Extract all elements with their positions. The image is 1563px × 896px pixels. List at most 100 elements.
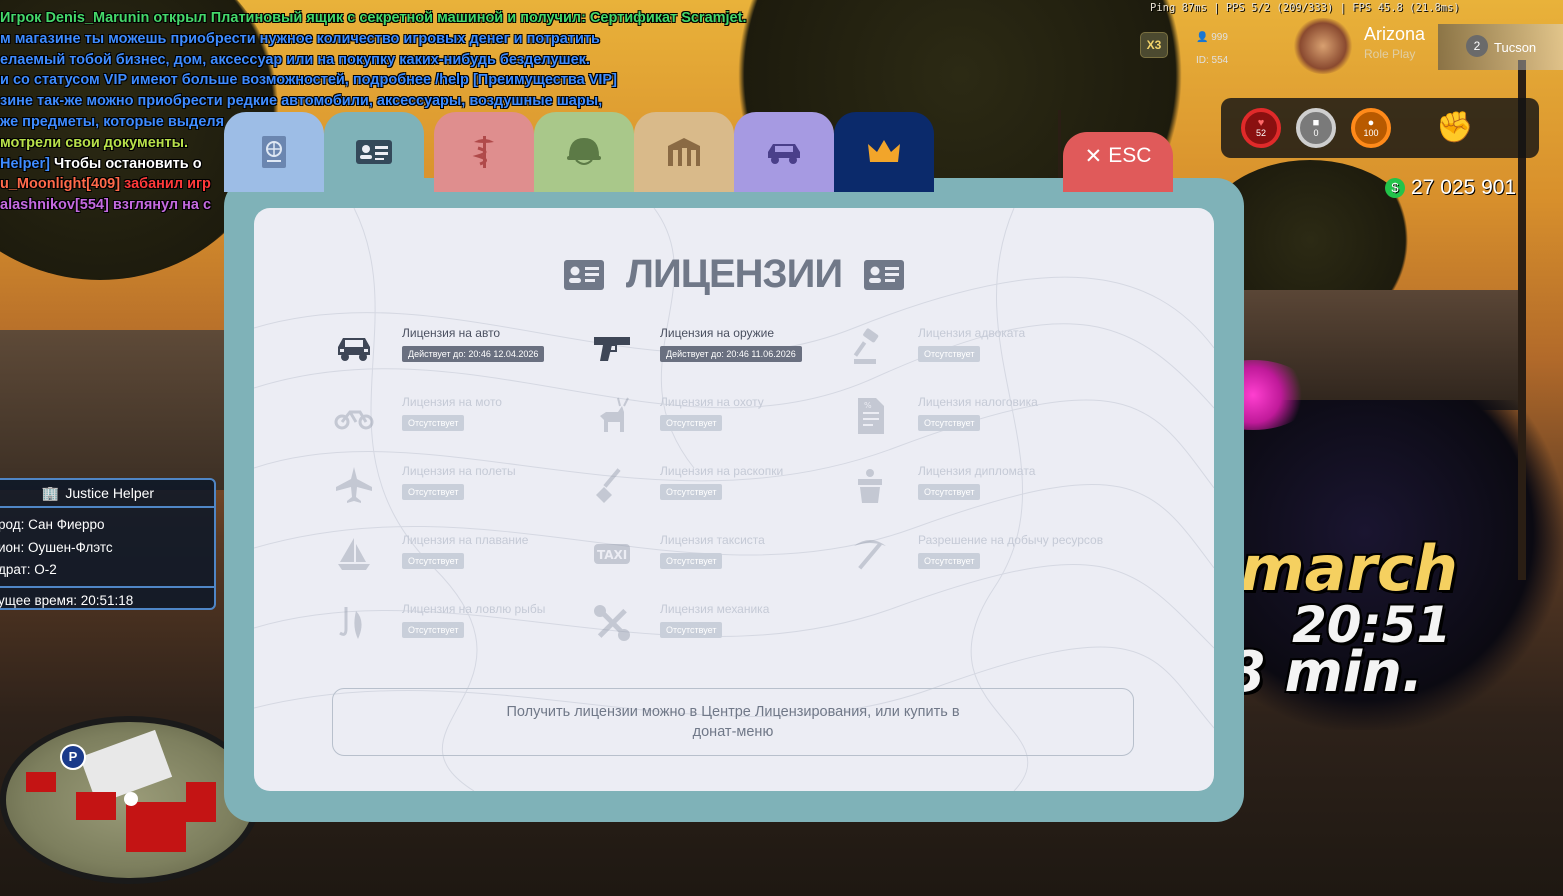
helper-title: Justice Helper <box>65 485 155 501</box>
chat-segment: alashnikov[554] взглянул на с <box>0 197 212 214</box>
chat-segment: елаемый тобой бизнес, дом, аксессуар или… <box>0 51 590 68</box>
license-status: Отсутствует <box>402 415 465 431</box>
plane-icon <box>332 463 376 507</box>
license-item: Лицензия адвоката Отсутствует <box>848 321 1098 373</box>
license-status: Отсутствует <box>660 415 723 431</box>
esc-close-button[interactable]: ✕ ESC <box>1063 132 1173 192</box>
building-icon: 🏢 <box>41 484 60 501</box>
minimap: P <box>0 716 260 884</box>
license-status: Отсутствует <box>918 553 981 569</box>
multiplier-badge: X3 <box>1140 32 1168 58</box>
close-icon: ✕ <box>1084 145 1103 168</box>
chat-segment: забанил игр <box>120 176 211 193</box>
tab-donate[interactable] <box>834 112 934 192</box>
taxi-icon: TAXI <box>590 532 634 576</box>
license-name: Лицензия на охоту <box>660 395 764 409</box>
server-name: Tucson <box>1494 39 1537 55</box>
chat-segment: и со статусом VIP имеют больше возможнос… <box>0 72 617 89</box>
tab-vehicles[interactable] <box>734 112 834 192</box>
dollar-icon: $ <box>1385 178 1405 198</box>
license-item: Лицензия на оружие Действует до: 20:46 11… <box>590 321 840 373</box>
license-status: Отсутствует <box>660 484 723 500</box>
chat-line: Игрок Denis_Marunin открыл Платиновый ящ… <box>0 8 820 29</box>
armor-value: 0 <box>1313 128 1319 138</box>
license-status: Отсутствует <box>918 346 981 362</box>
license-item: Лицензия на охоту Отсутствует <box>590 390 840 442</box>
license-name: Лицензия налоговика <box>918 395 1038 409</box>
license-status: Отсутствует <box>918 484 981 500</box>
licenses-content: ЛИЦЕНЗИИ Лицензия на авто Действует до: 2… <box>254 208 1214 791</box>
wrench-icon <box>590 601 634 645</box>
minimap-house <box>76 792 116 820</box>
svg-text:%: % <box>864 401 872 410</box>
gavel-icon <box>848 325 892 369</box>
online-count: 👤 999 <box>1196 32 1228 43</box>
license-name: Разрешение на добычу ресурсов <box>918 533 1104 547</box>
gametext-month: march <box>1240 532 1458 605</box>
license-item: % Лицензия налоговика Отсутствует <box>848 390 1098 442</box>
tab-id-card[interactable] <box>324 112 424 192</box>
player-marker-icon <box>124 792 138 806</box>
chat-line: зине так-же можно приобрести редкие авто… <box>0 91 820 112</box>
license-name: Лицензия на раскопки <box>660 464 784 478</box>
hunger-indicator: ● 100 <box>1351 108 1391 148</box>
chat-segment: u_Moonlight[409] <box>0 176 121 193</box>
health-indicator: ♥ 52 <box>1241 108 1281 148</box>
armor-icon: ■ <box>1312 117 1320 129</box>
logo-sub: Role Play <box>1364 47 1416 61</box>
licenses-note: Получить лицензии можно в Центре Лицензи… <box>332 688 1134 756</box>
tab-property[interactable] <box>634 112 734 192</box>
server-number: 2 <box>1466 35 1488 57</box>
tab-globe[interactable] <box>224 112 324 192</box>
money-value: 27 025 901 <box>1411 176 1517 199</box>
logo-name: Arizona <box>1364 24 1426 44</box>
tab-army[interactable] <box>534 112 634 192</box>
license-name: Лицензия адвоката <box>918 326 1026 340</box>
license-name: Лицензия на авто <box>402 326 501 340</box>
online-count-value: 999 <box>1211 32 1228 43</box>
license-item: Лицензия дипломата Отсутствует <box>848 459 1098 511</box>
helper-district: ион: Оушен-Флэтс <box>0 539 113 555</box>
hunger-value: 100 <box>1363 128 1379 138</box>
license-status: Отсутствует <box>402 553 465 569</box>
license-status: Действует до: 20:46 11.06.2026 <box>660 346 802 362</box>
chat-line: и со статусом VIP имеют больше возможнос… <box>0 70 820 91</box>
license-item: Лицензия на ловлю рыбы Отсутствует <box>332 597 582 649</box>
license-item: Лицензия на полеты Отсутствует <box>332 459 582 511</box>
motorcycle-icon <box>332 394 376 438</box>
id-card-icon <box>864 259 905 290</box>
chat-line: м магазине ты можешь приобрести нужное к… <box>0 29 820 50</box>
minimap-house <box>26 772 56 792</box>
helper-header: 🏢 Justice Helper <box>0 480 214 508</box>
brick-wall <box>0 330 240 490</box>
heart-icon: ♥ <box>1257 117 1265 129</box>
building-icon <box>668 138 700 166</box>
license-status: Отсутствует <box>660 553 723 569</box>
fish-hook-icon <box>332 601 376 645</box>
title-text: ЛИЦЕНЗИИ <box>625 252 843 296</box>
chat-segment: мотрели свои документы. <box>0 134 189 151</box>
pistol-icon <box>590 325 634 369</box>
license-name: Лицензия на ловлю рыбы <box>402 602 546 616</box>
tab-medicine[interactable] <box>434 112 534 192</box>
minimap-house <box>126 802 186 852</box>
license-name: Лицензия на полеты <box>402 464 516 478</box>
page-title: ЛИЦЕНЗИИ <box>254 252 1214 297</box>
chat-line: елаемый тобой бизнес, дом, аксессуар или… <box>0 50 820 71</box>
license-name: Лицензия на плавание <box>402 533 529 547</box>
server-logo: Arizona Role Play <box>1364 24 1425 61</box>
license-status: Отсутствует <box>918 415 981 431</box>
tax-document-icon: % <box>848 394 892 438</box>
health-value: 52 <box>1255 128 1266 138</box>
status-bar: ♥ 52 ■ 0 ● 100 <box>1221 98 1539 158</box>
chat-segment: Чтобы остановить о <box>49 155 202 172</box>
license-status: Отсутствует <box>402 622 465 638</box>
svg-text:TAXI: TAXI <box>597 548 627 562</box>
online-info: 👤 999 ID: 554 <box>1196 26 1228 72</box>
justice-helper-widget: 🏢 Justice Helper род: Сан Фиерро ион: Оуш… <box>0 478 216 610</box>
parking-marker-icon: P <box>60 744 86 770</box>
license-name: Лицензия на мото <box>402 395 502 409</box>
license-name: Лицензия дипломата <box>918 464 1036 478</box>
pickaxe-icon <box>848 532 892 576</box>
helper-square: драт: О-2 <box>0 562 57 577</box>
